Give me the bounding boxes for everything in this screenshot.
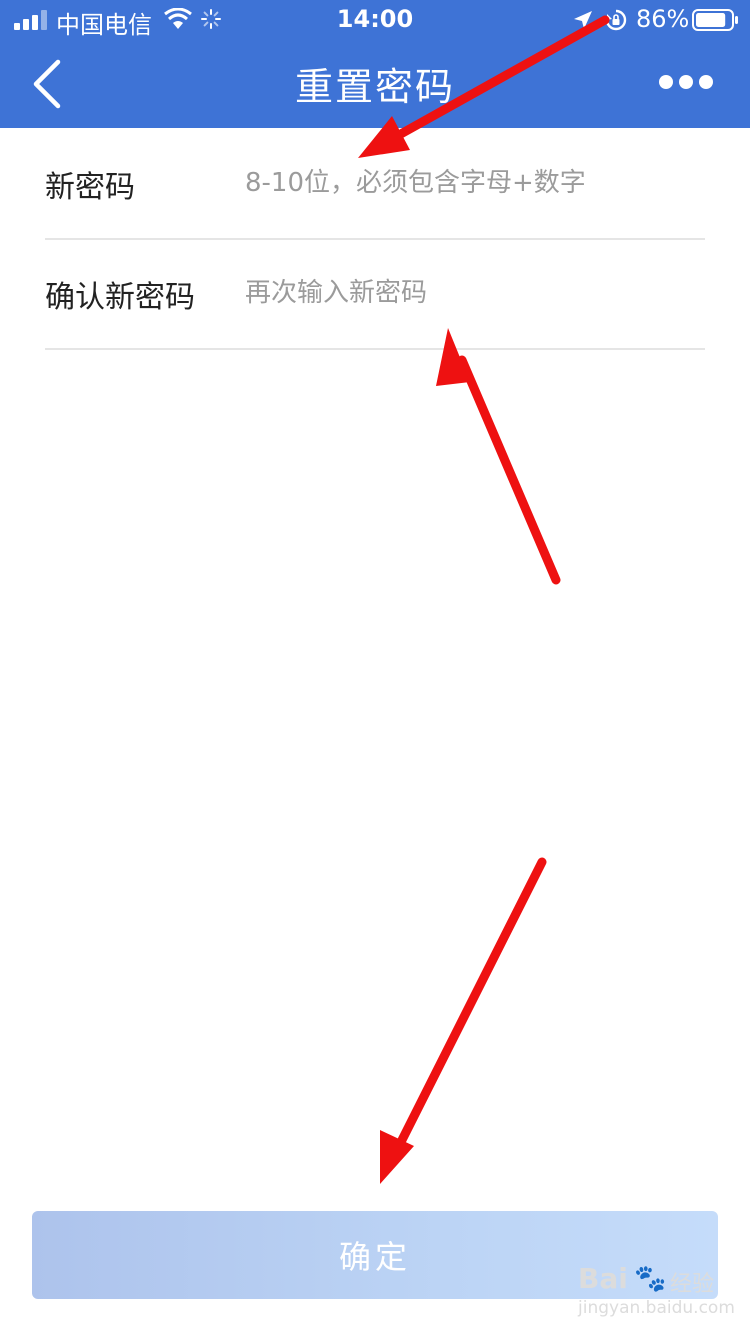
- app-header: 中国电信 14:00 86% 重置密码: [0, 0, 750, 128]
- arrow-to-confirm-password: [457, 355, 561, 585]
- watermark-url: jingyan.baidu.com: [578, 1298, 735, 1318]
- page-title: 重置密码: [294, 65, 455, 109]
- paw-icon: 🐾: [634, 1264, 667, 1294]
- arrow-head: [380, 1130, 414, 1184]
- confirm-password-label: 确认新密码: [45, 280, 195, 315]
- new-password-input[interactable]: [245, 158, 685, 208]
- battery-icon: [692, 9, 738, 31]
- confirm-password-row: 确认新密码: [45, 240, 705, 350]
- navigation-bar: 重置密码: [0, 40, 750, 128]
- new-password-row: 新密码: [45, 130, 705, 240]
- arrow-to-confirm-button: [393, 857, 547, 1153]
- location-icon: [574, 11, 592, 29]
- rotation-lock-icon: [605, 9, 627, 31]
- more-dots-icon[interactable]: [658, 74, 714, 90]
- watermark-name: 经验: [670, 1272, 715, 1297]
- new-password-label: 新密码: [45, 170, 135, 205]
- status-bar: 中国电信 14:00 86%: [0, 0, 750, 40]
- watermark-logo: Bai: [578, 1262, 628, 1295]
- confirm-password-input[interactable]: [245, 268, 685, 318]
- watermark: Bai 🐾 经验 jingyan.baidu.com: [578, 1262, 738, 1326]
- battery-percent: 86%: [636, 5, 690, 33]
